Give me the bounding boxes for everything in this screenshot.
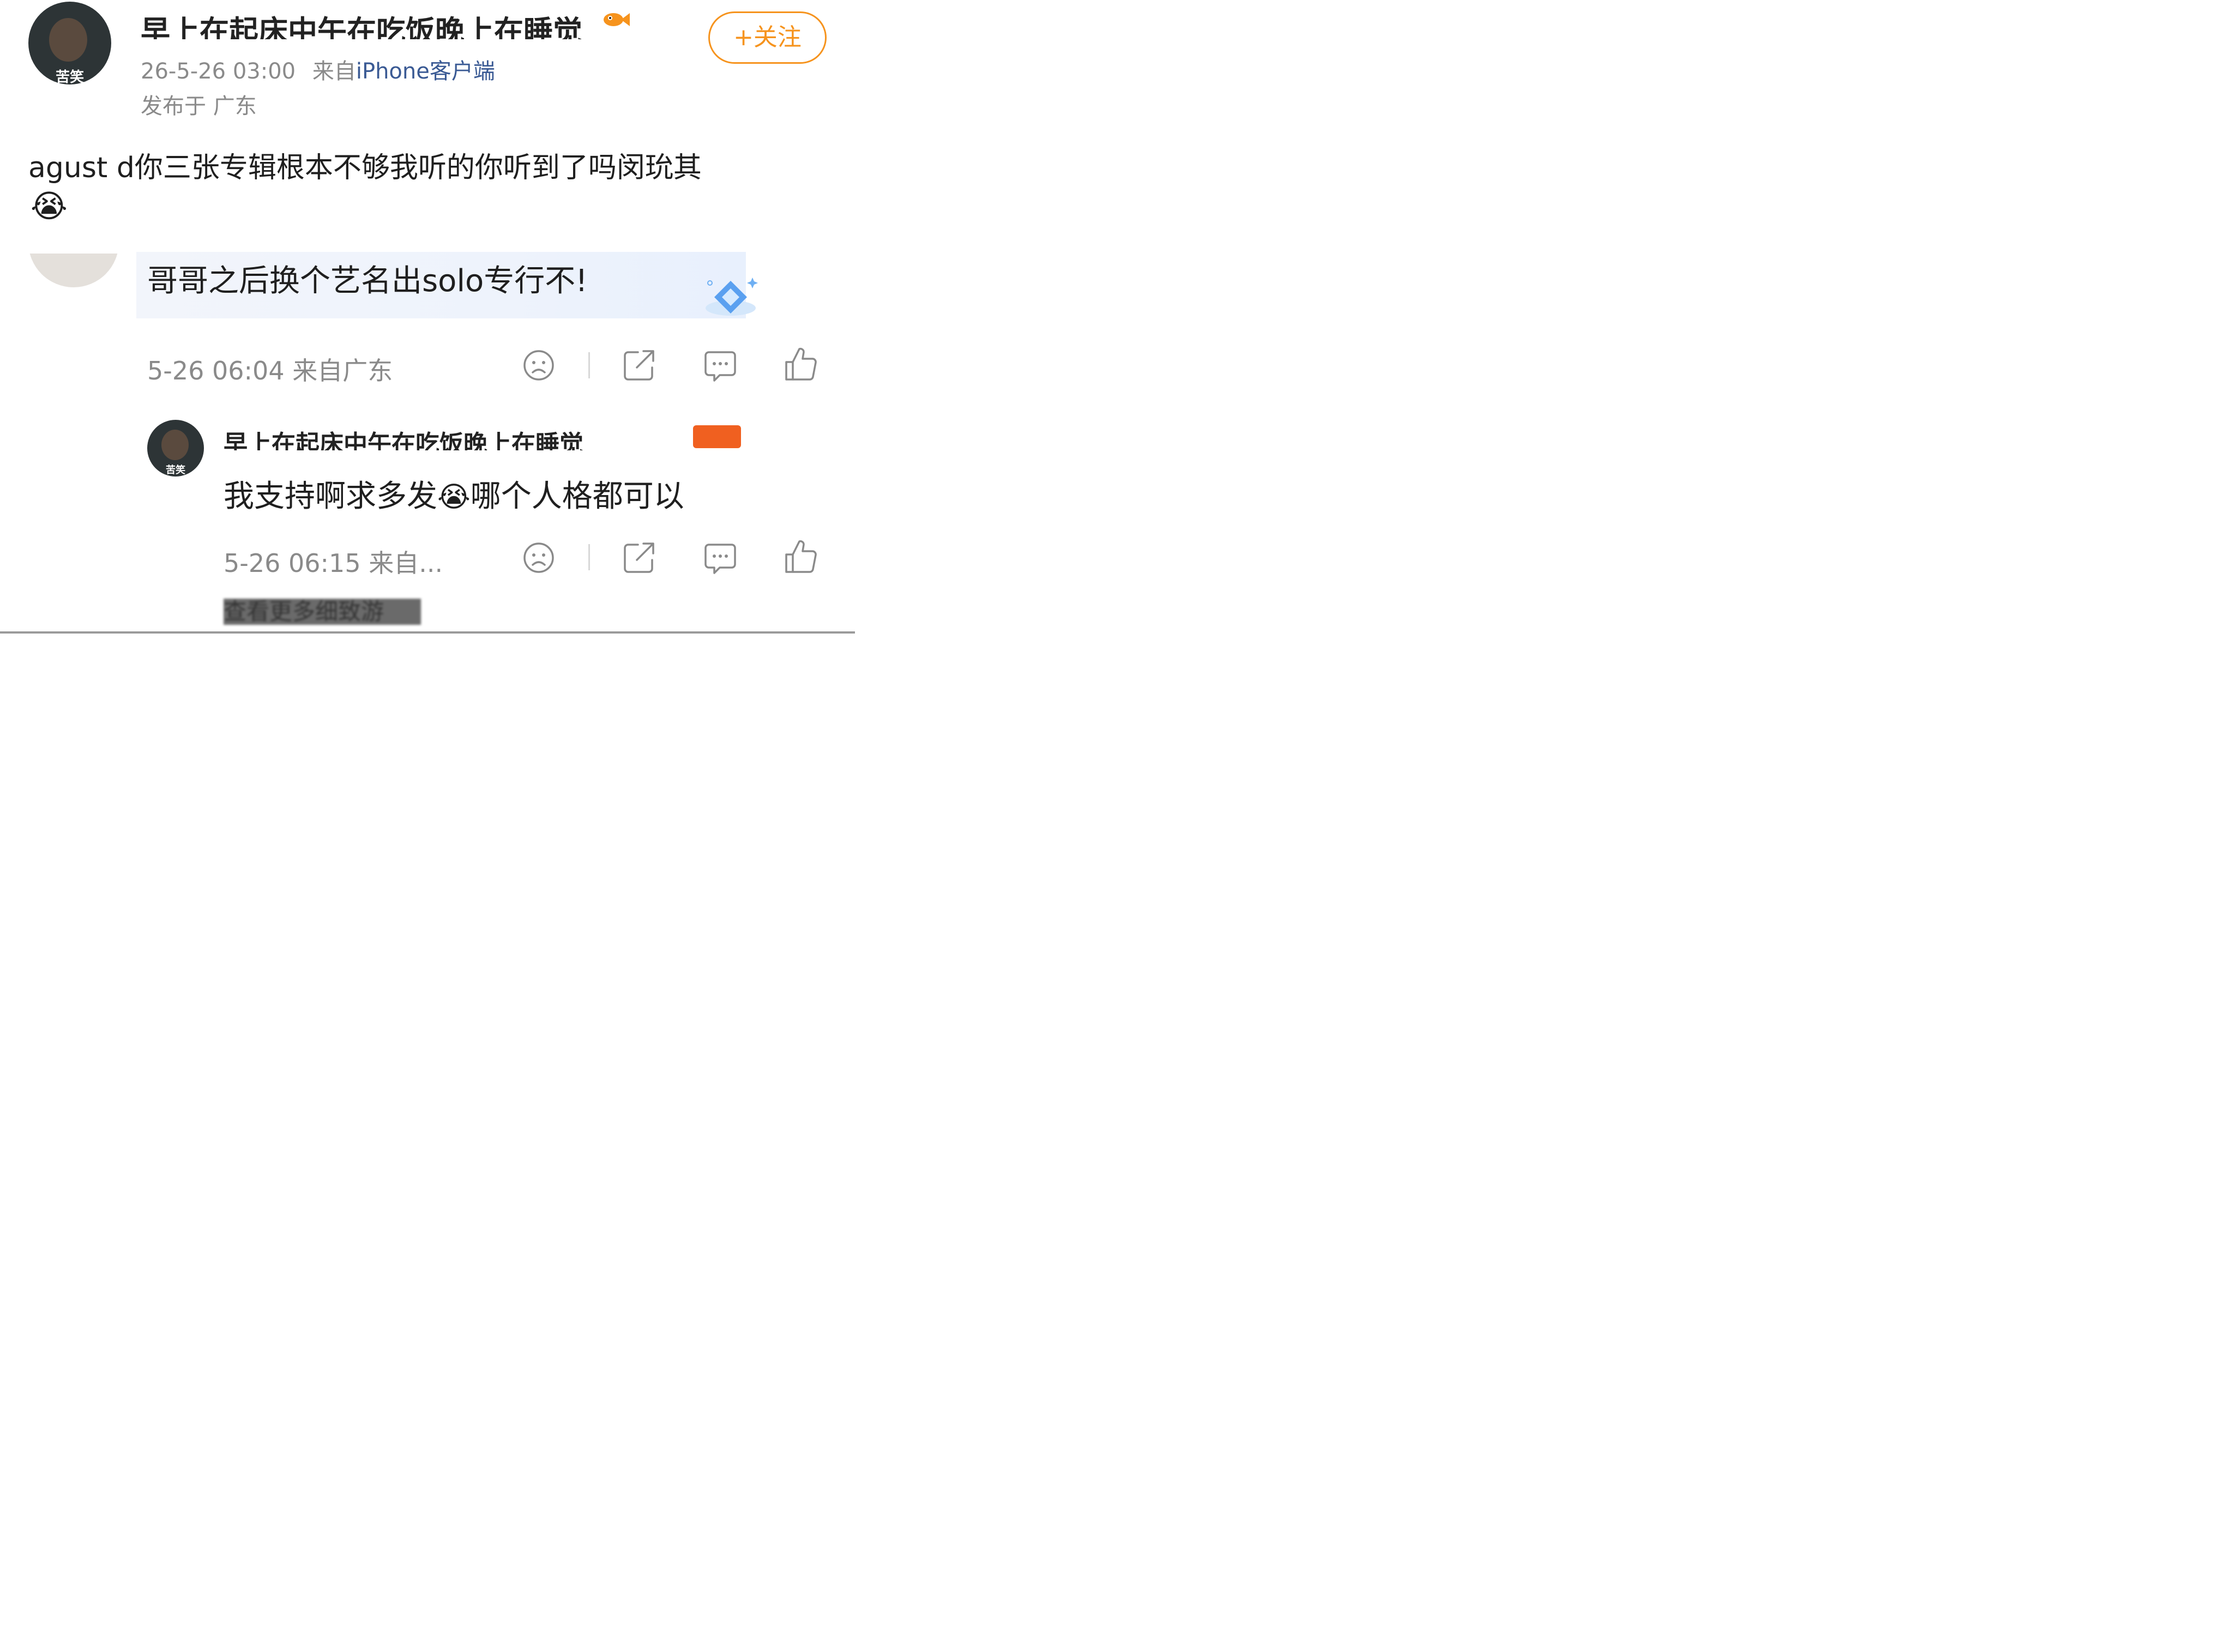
reply-text-end: 哪个人格都可以 (470, 479, 684, 514)
post-meta: 26-5-26 03:00 来自iPhone客户端 (141, 53, 495, 85)
reply-text-start: 我支持啊求多发 (224, 479, 437, 514)
avatar-caption: 苦笑 (55, 69, 84, 85)
reply-text: 我支持啊求多发😭哪个人格都可以 (224, 472, 684, 516)
like-icon[interactable] (784, 347, 818, 382)
author-avatar[interactable]: 苦笑 (28, 2, 111, 85)
author-name[interactable]: 早上在起床中午在吃饭晚上在睡觉 (141, 5, 615, 39)
follow-button[interactable]: +关注 (708, 11, 827, 64)
sad-face-icon[interactable] (522, 541, 555, 574)
comment-text: 哥哥之后换个艺名出solo专行不! (147, 263, 588, 299)
action-divider (588, 352, 590, 378)
view-more-link[interactable]: 查看更多细致游 (224, 599, 421, 625)
action-divider (588, 544, 590, 570)
avatar-caption: 苦笑 (166, 465, 185, 476)
reply-meta: 5-26 06:15 来自... (224, 548, 443, 578)
comment-icon[interactable] (703, 350, 737, 383)
share-icon[interactable] (623, 349, 656, 382)
diamond-badge-icon (702, 275, 759, 321)
sad-face-icon[interactable] (522, 349, 555, 382)
post-text: agust d你三张专辑根本不够我听的你听到了吗闵玧其 (28, 152, 702, 184)
post-location: 发布于 广东 (141, 94, 257, 119)
post-from-label: 来自 (312, 59, 356, 84)
avatar-face (161, 430, 189, 460)
crying-emoji-icon: 😭 (437, 481, 471, 514)
post-date: 26-5-26 03:00 (141, 59, 296, 84)
like-icon[interactable] (784, 539, 818, 574)
reply-author-avatar[interactable]: 苦笑 (147, 420, 204, 477)
fish-badge-icon (601, 11, 631, 27)
share-icon[interactable] (623, 541, 656, 574)
avatar-face (49, 18, 87, 62)
commenter-avatar[interactable] (28, 254, 119, 287)
comment-meta: 5-26 06:04 来自广东 (147, 356, 393, 385)
comment-icon[interactable] (703, 542, 737, 575)
client-link[interactable]: iPhone客户端 (356, 59, 495, 84)
author-badge (693, 425, 741, 448)
reply-author-name[interactable]: 早上在起床中午在吃饭晚上在睡觉 (224, 423, 686, 450)
crying-emoji-icon: 😭 (31, 188, 68, 225)
bottom-divider (0, 631, 855, 634)
